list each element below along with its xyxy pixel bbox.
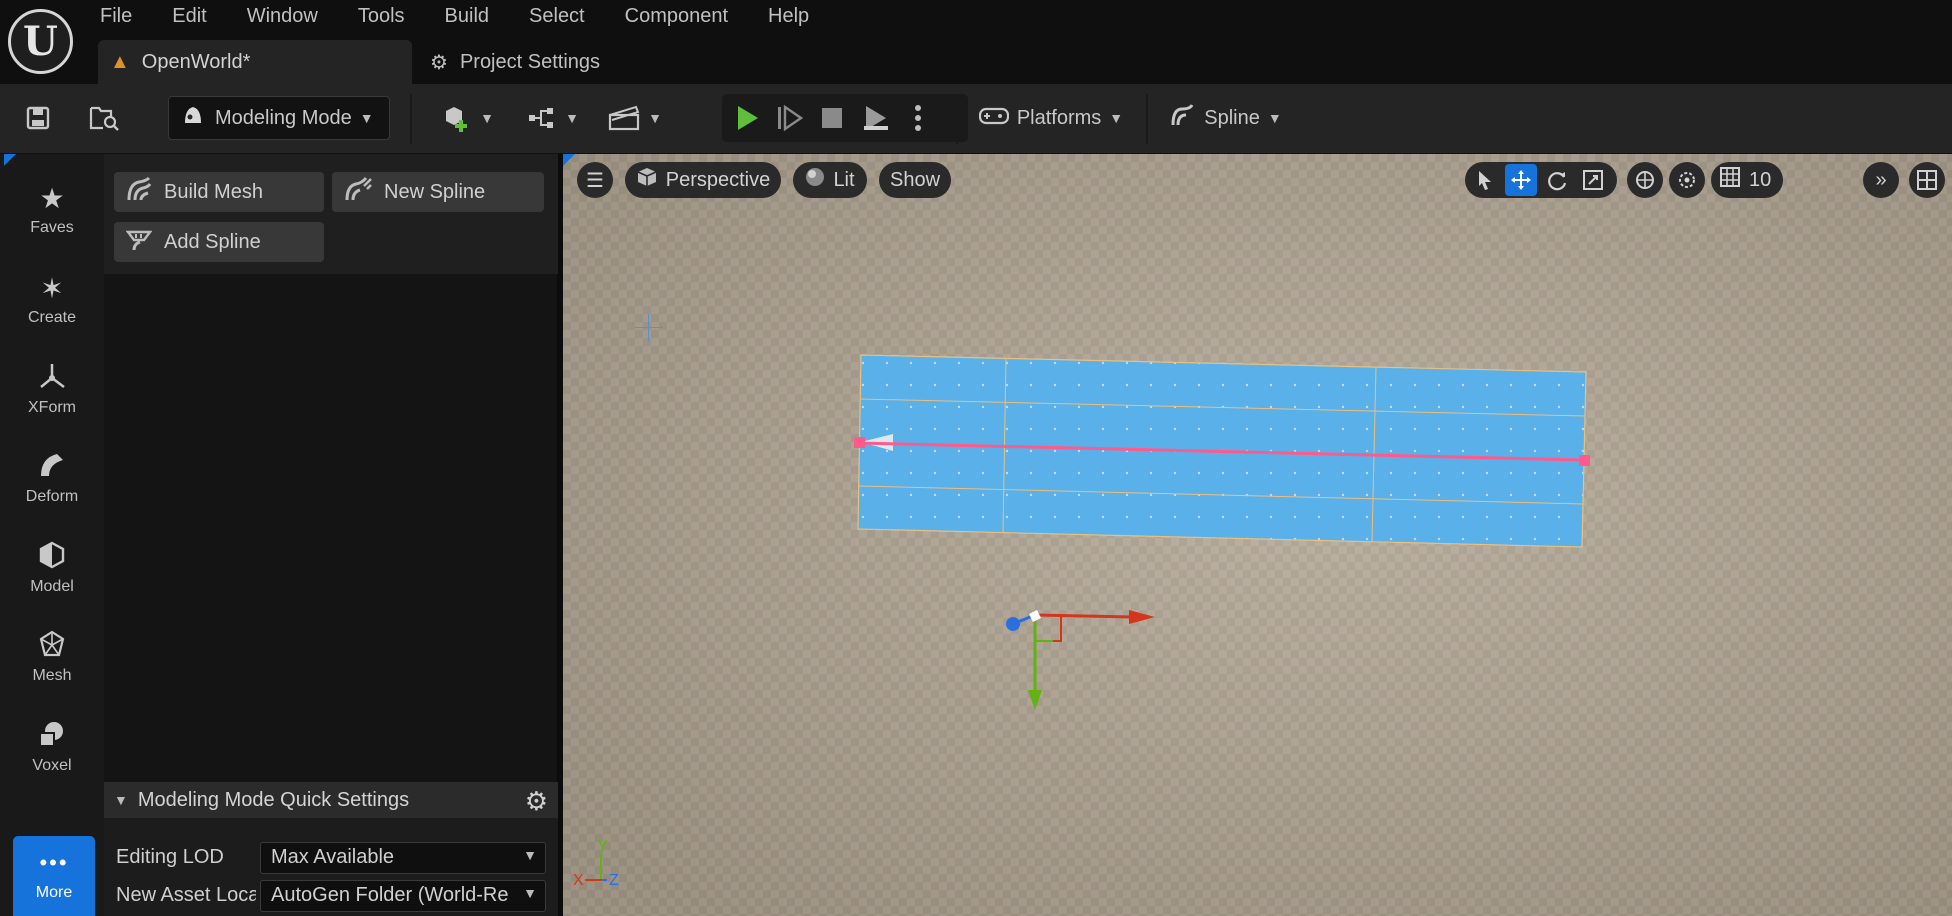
cinematics-button[interactable]: ▼: [606, 96, 664, 140]
editing-lod-select[interactable]: Max Available ▼: [260, 842, 546, 874]
platforms-button[interactable]: Platforms ▼: [976, 96, 1126, 140]
add-spline-icon: [125, 226, 153, 258]
voxel-icon: [37, 719, 67, 755]
play-icon[interactable]: [728, 94, 768, 142]
main-toolbar: Modeling Mode ▼ ▼ ▼ ▼ Platforms ▼ Spline…: [0, 84, 1952, 154]
mode-category-bar: ★ Faves ✶ Create XForm Deform Model Mesh…: [0, 154, 104, 916]
axis-z-label: Z: [609, 872, 619, 889]
mode-model[interactable]: Model: [0, 527, 104, 609]
star-icon: ★: [39, 183, 65, 214]
mode-voxel[interactable]: Voxel: [0, 706, 104, 788]
mode-deform[interactable]: Deform: [0, 437, 104, 519]
menu-file[interactable]: File: [100, 0, 132, 34]
add-actor-button[interactable]: ▼: [440, 96, 496, 140]
mesh-icon: [37, 629, 67, 665]
modeling-mode-icon: [181, 103, 205, 133]
unreal-logo-icon[interactable]: U: [8, 9, 73, 74]
platforms-label: Platforms: [1016, 106, 1102, 129]
eject-icon[interactable]: [856, 94, 896, 142]
main-menu: File Edit Window Tools Build Select Comp…: [100, 0, 849, 34]
mode-dropdown[interactable]: Modeling Mode ▼: [168, 96, 390, 140]
chevron-down-icon: ▼: [523, 885, 537, 901]
transform-gizmo[interactable]: [1006, 610, 1155, 710]
create-shape-icon: ✶: [40, 273, 64, 304]
content-browser-icon[interactable]: [86, 96, 122, 140]
mode-dropdown-label: Modeling Mode: [215, 106, 352, 129]
deform-icon: [37, 450, 67, 486]
chevron-down-icon: ▼: [523, 847, 537, 863]
new-asset-location-label: New Asset Loca: [116, 884, 256, 906]
tab-project-settings[interactable]: ⚙ Project Settings: [426, 40, 686, 84]
more-button[interactable]: ••• More: [13, 836, 95, 916]
new-asset-location-select[interactable]: AutoGen Folder (World-Re ▼: [260, 880, 546, 912]
toolbar-divider: [1146, 94, 1148, 144]
level-viewport[interactable]: ☰ Perspective Lit Show 10 » X Y Z: [563, 154, 1952, 916]
quick-settings-title: Modeling Mode Quick Settings: [137, 788, 410, 811]
tab-level[interactable]: ▲ OpenWorld*: [98, 40, 412, 84]
spline-point-start[interactable]: [854, 437, 865, 448]
chevron-down-icon: ▼: [1267, 110, 1282, 126]
platforms-icon: [978, 103, 1009, 133]
editing-lod-label: Editing LOD: [116, 846, 224, 868]
play-options-icon[interactable]: [898, 94, 938, 142]
tab-project-settings-label: Project Settings: [459, 50, 601, 73]
settings-cubes-icon: ⚙: [430, 51, 448, 74]
mode-faves[interactable]: ★ Faves: [0, 168, 104, 250]
menu-bar: U File Edit Window Tools Build Select Co…: [0, 0, 1952, 84]
new-spline-icon: [344, 176, 372, 208]
axis-y-label: Y: [597, 838, 608, 855]
axis-indicator: X Y Z: [573, 838, 633, 898]
spline-point-end[interactable]: [1579, 455, 1590, 466]
level-icon: ▲: [110, 50, 130, 73]
quick-settings-header[interactable]: ▼ Modeling Mode Quick Settings ⚙: [104, 782, 558, 818]
menu-help[interactable]: Help: [768, 0, 809, 34]
spline-tool-label: Spline: [1204, 106, 1260, 129]
menu-select[interactable]: Select: [529, 0, 585, 34]
menu-component[interactable]: Component: [625, 0, 728, 34]
quick-settings-body: Editing LOD Max Available ▼ New Asset Lo…: [104, 818, 558, 916]
blueprint-button[interactable]: ▼: [524, 96, 582, 140]
advance-frame-icon[interactable]: [770, 94, 810, 142]
stop-icon[interactable]: [812, 94, 852, 142]
chevron-down-icon: ▼: [565, 110, 579, 126]
toolbar-divider: [956, 94, 958, 144]
menu-build[interactable]: Build: [445, 0, 489, 34]
gear-icon[interactable]: ⚙: [525, 786, 548, 817]
menu-window[interactable]: Window: [247, 0, 318, 34]
new-spline-button[interactable]: New Spline: [332, 172, 544, 212]
save-icon[interactable]: [20, 96, 56, 140]
transform-axes-icon: [37, 361, 67, 397]
mode-xform[interactable]: XForm: [0, 348, 104, 430]
spline-tool-button[interactable]: Spline ▼: [1168, 96, 1284, 140]
collapse-arrow-icon[interactable]: ▼: [114, 792, 128, 808]
mode-create[interactable]: ✶ Create: [0, 258, 104, 340]
scene-graphics: [854, 354, 1590, 710]
menu-edit[interactable]: Edit: [172, 0, 206, 34]
menu-tools[interactable]: Tools: [358, 0, 405, 34]
add-spline-button[interactable]: Add Spline: [114, 222, 324, 262]
toolbar-divider: [410, 94, 412, 144]
build-mesh-button[interactable]: Build Mesh: [114, 172, 324, 212]
chevron-down-icon: ▼: [648, 110, 662, 126]
more-dots-icon: •••: [39, 850, 69, 875]
chevron-down-icon: ▼: [359, 110, 374, 126]
cube-icon: [37, 540, 67, 576]
build-mesh-icon: [126, 176, 152, 208]
chevron-down-icon: ▼: [1109, 110, 1124, 126]
chevron-down-icon: ▼: [480, 110, 494, 126]
tool-palette: Build Mesh New Spline Add Spline: [104, 154, 558, 782]
mode-mesh[interactable]: Mesh: [0, 616, 104, 698]
spline-icon: [1170, 103, 1196, 133]
play-controls: [722, 94, 968, 142]
axis-x-label: X: [573, 872, 584, 889]
tab-level-label: OpenWorld*: [141, 50, 251, 73]
